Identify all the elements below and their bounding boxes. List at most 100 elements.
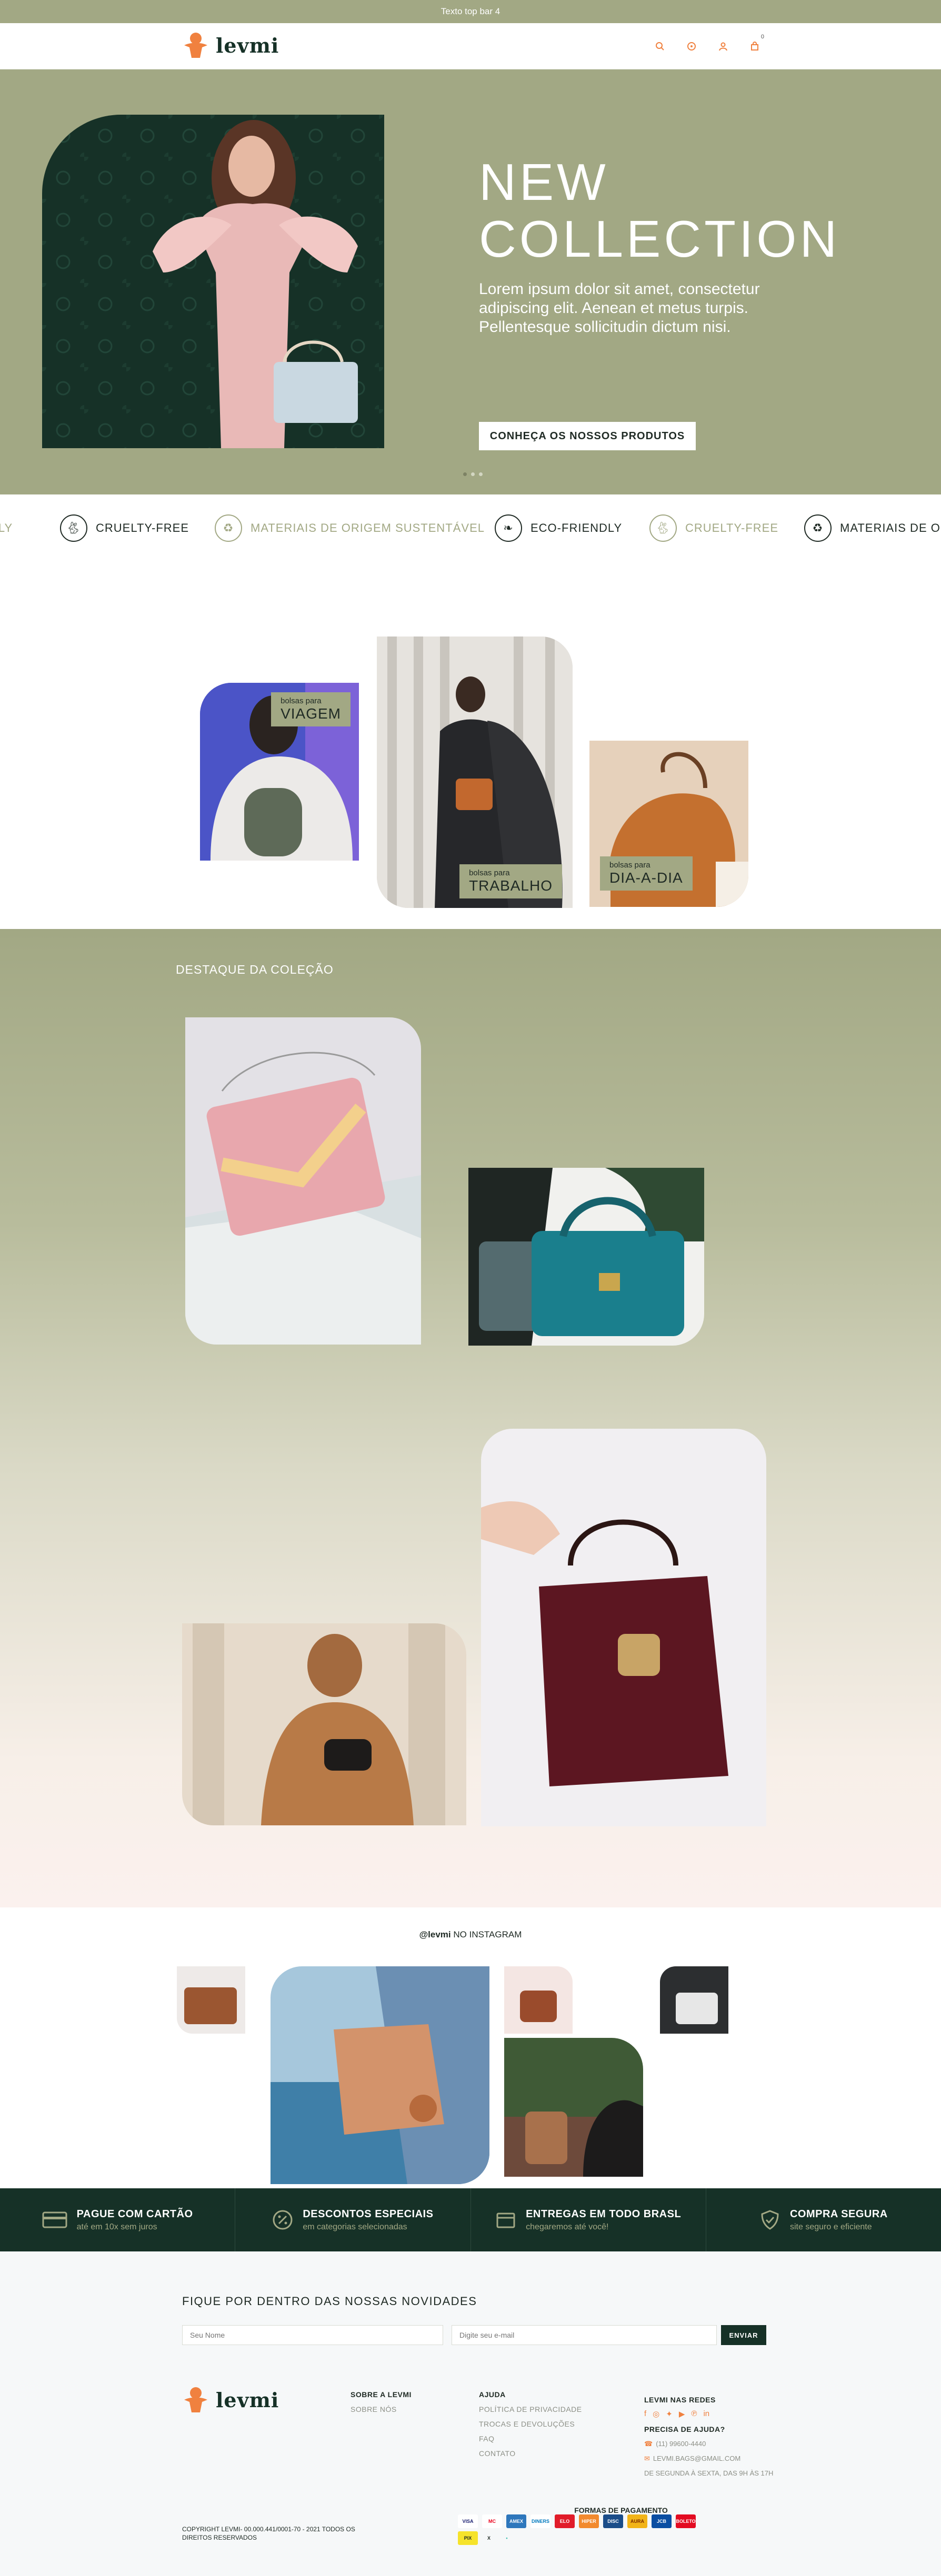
category-label-small: bolsas para bbox=[281, 696, 322, 705]
linkedin-icon[interactable]: in bbox=[703, 2409, 709, 2419]
newsletter-submit-button[interactable]: ENVIAR bbox=[721, 2325, 766, 2345]
instagram-title: @levmi NO INSTAGRAM bbox=[0, 1930, 941, 1940]
footer-social-heading: LEVMI NAS REDES bbox=[644, 2396, 716, 2404]
visa-icon: VISA bbox=[458, 2514, 478, 2528]
category-label-small: bolsas para bbox=[469, 868, 510, 877]
featured-product-pink-bag[interactable] bbox=[185, 1017, 421, 1345]
user-icon[interactable] bbox=[714, 37, 733, 56]
marquee-item: ❧ ECO-FRIENDLY bbox=[495, 512, 622, 544]
benefit-subtitle: site seguro e eficiente bbox=[789, 2222, 872, 2231]
footer-link-about-us[interactable]: SOBRE NÓS bbox=[351, 2405, 412, 2413]
category-card-daily[interactable]: bolsas para DIA-A-DIA bbox=[589, 741, 748, 907]
elo-icon: ELO bbox=[555, 2514, 575, 2528]
pix-icon: PIX bbox=[458, 2531, 478, 2545]
benefit-subtitle: até em 10x sem juros bbox=[76, 2222, 157, 2231]
hero-title-line2: COLLECTION bbox=[479, 210, 840, 268]
instagram-post[interactable] bbox=[177, 1966, 245, 2034]
marquee-item-label: CRUELTY-FREE bbox=[96, 521, 189, 534]
newsletter-email-input[interactable] bbox=[452, 2325, 717, 2345]
hero-image-card bbox=[42, 115, 384, 448]
social-icons: f ◎ ✦ ▶ ℗ in bbox=[644, 2409, 773, 2419]
footer-social-column: LEVMI NAS REDES f ◎ ✦ ▶ ℗ in PRECISA DE … bbox=[644, 2396, 773, 2477]
marquee-item-label: MATERIAIS DE ORIG bbox=[840, 521, 941, 534]
benefit-title: COMPRA SEGURA bbox=[789, 2208, 888, 2220]
hipercard-icon: HIPER bbox=[579, 2514, 599, 2528]
featured-product-belt-bag[interactable] bbox=[182, 1623, 466, 1825]
footer-link-returns[interactable]: TROCAS E DEVOLUÇÕES bbox=[479, 2420, 582, 2428]
footer-help-heading: AJUDA bbox=[479, 2390, 506, 2399]
footer-email[interactable]: ✉ LEVMI.BAGS@GMAIL.COM bbox=[644, 2454, 773, 2463]
hero-slider-dots bbox=[463, 472, 483, 476]
twitter-icon[interactable]: ✦ bbox=[666, 2409, 673, 2419]
category-label: bolsas para TRABALHO bbox=[459, 864, 562, 898]
instagram-post[interactable] bbox=[271, 1966, 489, 2184]
benefits-bar: PAGUE COM CARTÃO até em 10x sem juros DE… bbox=[0, 2188, 941, 2251]
marquee-item-label: ECO-FRIENDLY bbox=[530, 521, 623, 534]
payment-methods-row-2: PIX X • bbox=[458, 2531, 514, 2545]
benefit-item: ENTREGAS EM TODO BRASL chegaremos até vo… bbox=[471, 2188, 706, 2251]
category-label-big: TRABALHO bbox=[469, 877, 553, 894]
instagram-post[interactable] bbox=[504, 1966, 573, 2034]
category-label: bolsas para VIAGEM bbox=[271, 692, 351, 726]
slider-dot[interactable] bbox=[463, 472, 467, 476]
footer-phone-text: (11) 99600-4440 bbox=[656, 2440, 706, 2448]
instagram-post[interactable] bbox=[504, 2038, 643, 2177]
footer-link-contact[interactable]: CONTATO bbox=[479, 2449, 582, 2458]
hero-cta-button[interactable]: CONHEÇA OS NOSSOS PRODUTOS bbox=[479, 422, 696, 450]
payment-methods-row: VISA MC AMEX DINERS ELO HIPER DISC AURA … bbox=[458, 2514, 696, 2528]
mastercard-icon: MC bbox=[482, 2514, 502, 2528]
instagram-handle[interactable]: @levmi bbox=[419, 1930, 451, 1939]
diners-icon: DINERS bbox=[530, 2514, 550, 2528]
values-marquee: DLY 🐇︎ CRUELTY-FREE ♻︎ MATERIAIS DE ORIG… bbox=[0, 494, 941, 563]
instagram-post[interactable] bbox=[660, 1966, 728, 2034]
amex-icon: AMEX bbox=[506, 2514, 526, 2528]
marquee-item: DLY bbox=[0, 512, 13, 544]
slider-dot[interactable] bbox=[471, 472, 475, 476]
logo-figure-icon bbox=[184, 2387, 207, 2412]
logo-figure-icon bbox=[184, 33, 207, 58]
footer-email-text: LEVMI.BAGS@GMAIL.COM bbox=[653, 2454, 741, 2462]
percent-icon bbox=[273, 2210, 293, 2230]
hero-banner: NEW COLLECTION Lorem ipsum dolor sit ame… bbox=[0, 69, 941, 494]
shield-icon bbox=[761, 2210, 779, 2230]
footer-help-column: AJUDA POLÍTICA DE PRIVACIDADE TROCAS E D… bbox=[479, 2390, 582, 2458]
benefit-title: DESCONTOS ESPECIAIS bbox=[303, 2208, 434, 2220]
category-card-travel[interactable]: bolsas para VIAGEM bbox=[200, 683, 359, 861]
slider-dot[interactable] bbox=[479, 472, 483, 476]
featured-product-teal-bag[interactable] bbox=[468, 1168, 704, 1346]
marquee-item-label: MATERIAIS DE ORIGEM SUSTENTÁVEL bbox=[251, 521, 485, 534]
leaf-icon: ❧ bbox=[495, 514, 522, 542]
bag-icon[interactable]: 0 bbox=[745, 34, 764, 56]
youtube-icon[interactable]: ▶ bbox=[679, 2409, 685, 2419]
marquee-item: 🐇︎ CRUELTY-FREE bbox=[649, 512, 778, 544]
footer-link-faq[interactable]: FAQ bbox=[479, 2434, 582, 2443]
instagram-icon[interactable]: ◎ bbox=[653, 2409, 659, 2419]
box-icon bbox=[496, 2213, 515, 2228]
site-logo[interactable]: levmi bbox=[181, 31, 279, 60]
recycle-icon: ♻︎ bbox=[804, 514, 832, 542]
footer-logo[interactable]: levmi bbox=[181, 2385, 279, 2415]
featured-product-burgundy-bag[interactable] bbox=[481, 1429, 766, 1826]
whatsapp-icon[interactable] bbox=[682, 37, 701, 56]
newsletter-name-input[interactable] bbox=[182, 2325, 443, 2345]
header-actions: 0 bbox=[650, 34, 764, 56]
footer-link-privacy[interactable]: POLÍTICA DE PRIVACIDADE bbox=[479, 2405, 582, 2413]
search-icon[interactable] bbox=[650, 37, 669, 56]
category-card-work[interactable]: bolsas para TRABALHO bbox=[377, 637, 573, 908]
marquee-item: ♻︎ MATERIAIS DE ORIG bbox=[804, 512, 941, 544]
jcb-icon: JCB bbox=[652, 2514, 672, 2528]
benefit-item: PAGUE COM CARTÃO até em 10x sem juros bbox=[0, 2188, 236, 2251]
newsletter-title: FIQUE POR DENTRO DAS NOSSAS NOVIDADES bbox=[182, 2295, 477, 2308]
featured-collection-section bbox=[0, 929, 941, 1907]
marquee-item-label: DLY bbox=[0, 521, 13, 534]
recycle-icon: ♻︎ bbox=[215, 514, 242, 542]
hero-title: NEW COLLECTION bbox=[479, 154, 879, 267]
benefit-title: ENTREGAS EM TODO BRASL bbox=[526, 2208, 682, 2220]
facebook-icon[interactable]: f bbox=[644, 2409, 646, 2419]
marquee-item: ♻︎ MATERIAIS DE ORIGEM SUSTENTÁVEL bbox=[215, 512, 485, 544]
footer-phone[interactable]: ☎ (11) 99600-4440 bbox=[644, 2440, 773, 2448]
marquee-item: 🐇︎ CRUELTY-FREE bbox=[60, 512, 189, 544]
pinterest-icon[interactable]: ℗ bbox=[691, 2409, 697, 2419]
category-label-big: VIAGEM bbox=[281, 705, 341, 722]
footer-hours-text: DE SEGUNDA À SEXTA, DAS 9H ÀS 17H bbox=[644, 2469, 774, 2477]
